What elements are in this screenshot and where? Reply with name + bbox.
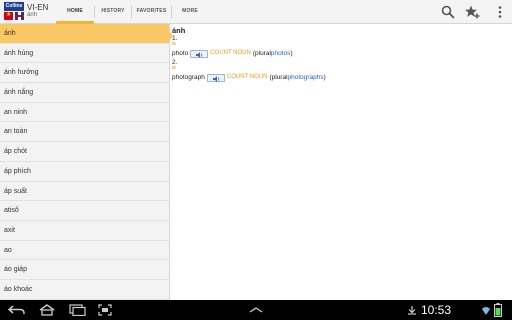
plural-prefix: (plural xyxy=(252,50,271,57)
tab-home[interactable]: HOME xyxy=(56,0,94,24)
current-word-subtitle: ánh xyxy=(27,12,38,18)
vietnam-flag-icon xyxy=(4,11,13,20)
action-bar: Collins VI-EN ánh HOME HISTORY FAVORITES… xyxy=(0,0,512,24)
translation-word[interactable]: photo xyxy=(172,48,188,59)
entry-panel: ánh 1. ¤ photo COUNT NOUN (plural photos… xyxy=(172,24,512,300)
list-item[interactable]: áp chót xyxy=(0,142,169,162)
collins-logo-text: Collins xyxy=(4,2,24,11)
list-item[interactable]: ánh hùng xyxy=(0,44,169,64)
translation-word[interactable]: photograph xyxy=(172,72,205,83)
speaker-icon xyxy=(212,75,220,82)
part-of-speech: COUNT NOUN xyxy=(226,74,268,80)
list-item[interactable]: axit xyxy=(0,221,169,241)
sense-line: photograph COUNT NOUN (plural photograph… xyxy=(172,72,512,83)
list-item[interactable]: an toàn xyxy=(0,122,169,143)
part-of-speech: COUNT NOUN xyxy=(210,50,251,56)
list-item[interactable]: áp suất xyxy=(0,182,169,202)
recent-apps-icon[interactable] xyxy=(68,304,86,316)
battery-icon xyxy=(494,303,502,317)
status-clock: 10:53 xyxy=(421,303,452,317)
list-item[interactable]: áp phích xyxy=(0,162,169,182)
list-item[interactable]: an ninh xyxy=(0,103,169,123)
plural-form[interactable]: photos xyxy=(271,48,291,59)
overflow-menu-icon[interactable] xyxy=(492,4,508,20)
plural-prefix: (plural xyxy=(269,74,288,81)
list-item[interactable]: áo khoác xyxy=(0,280,169,300)
screenshot-icon[interactable] xyxy=(98,304,112,316)
tab-history[interactable]: HISTORY xyxy=(95,0,131,24)
app-logo[interactable]: Collins xyxy=(4,2,24,22)
list-item[interactable]: áo giáp xyxy=(0,260,169,280)
star-add-icon[interactable] xyxy=(464,4,480,20)
tab-more[interactable]: MORE xyxy=(172,0,208,24)
list-item-selected[interactable]: ánh xyxy=(0,24,169,44)
plural-form[interactable]: photographs xyxy=(288,72,324,83)
entry-headword: ánh xyxy=(172,26,186,35)
wifi-icon xyxy=(482,307,490,315)
tab-favorites[interactable]: FAVORITES xyxy=(132,0,171,24)
home-icon[interactable] xyxy=(38,304,56,316)
sense-line: photo COUNT NOUN (plural photos ) xyxy=(172,48,512,59)
speaker-icon xyxy=(196,51,203,58)
back-icon[interactable] xyxy=(8,304,26,316)
sense-number: 2. xyxy=(172,59,178,66)
download-notification-icon[interactable] xyxy=(407,305,417,315)
pronounce-button[interactable] xyxy=(190,49,209,58)
plural-suffix: ) xyxy=(290,50,293,57)
list-item[interactable]: ánh hưởng xyxy=(0,63,169,84)
chevron-up-icon[interactable] xyxy=(249,307,263,313)
word-list[interactable]: ánh ánh hùng ánh hưởng ánh nắng an ninh … xyxy=(0,24,170,300)
list-item[interactable]: ánh nắng xyxy=(0,83,169,103)
list-item[interactable]: ao xyxy=(0,241,169,261)
uk-flag-icon xyxy=(15,12,24,20)
list-item[interactable]: atisô xyxy=(0,201,169,221)
system-nav-bar: 10:53 xyxy=(0,300,512,320)
pronounce-button[interactable] xyxy=(206,73,225,82)
dictionary-title: VI-EN xyxy=(27,3,49,12)
sense-number: 1. xyxy=(172,35,178,42)
plural-suffix: ) xyxy=(323,74,326,81)
search-icon[interactable] xyxy=(440,4,456,20)
